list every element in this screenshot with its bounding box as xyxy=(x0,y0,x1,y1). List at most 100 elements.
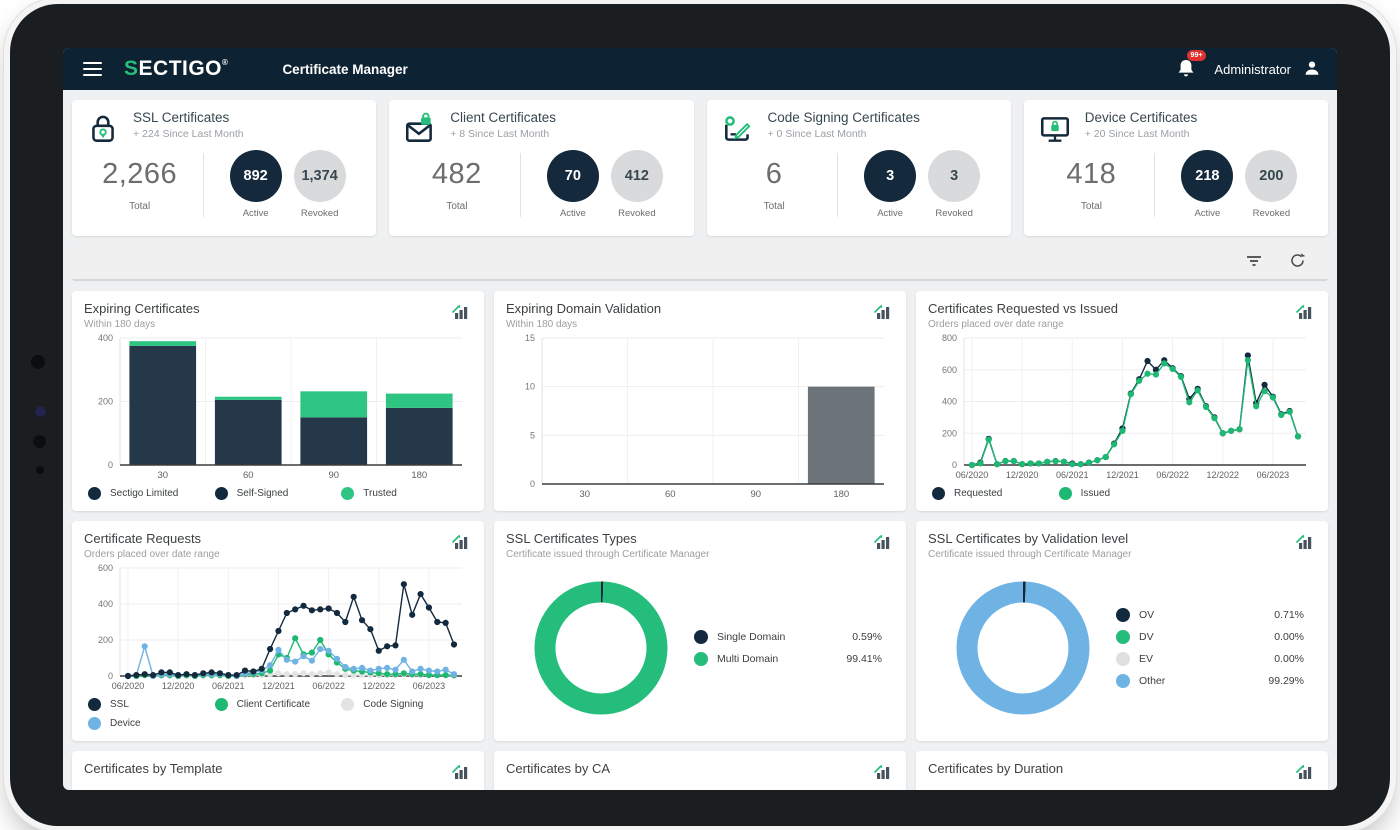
active-count-badge: 218 xyxy=(1181,150,1233,202)
chart-options-button[interactable] xyxy=(448,761,472,785)
chart-options-button[interactable] xyxy=(1292,761,1316,785)
svg-text:400: 400 xyxy=(98,599,113,609)
svg-text:12/2020: 12/2020 xyxy=(162,681,195,691)
legend-dot xyxy=(1116,608,1130,622)
svg-text:600: 600 xyxy=(98,563,113,573)
refresh-button[interactable] xyxy=(1281,248,1314,276)
revoked-label: Revoked xyxy=(928,208,980,219)
ssl-types-donut-chart: Single Domain0.59%Multi Domain99.41% xyxy=(506,560,894,736)
legend-item: Code Signing xyxy=(341,695,468,714)
chart-options-button[interactable] xyxy=(870,761,894,785)
logo-rest: ECTIGO xyxy=(139,57,223,80)
chart-subtitle: Certificate issued through Certificate M… xyxy=(928,549,1131,560)
chart-legend: SSLClient CertificateCode SigningDevice xyxy=(84,694,472,736)
active-label: Active xyxy=(230,208,282,219)
legend-dot xyxy=(215,698,228,711)
total-label: Total xyxy=(97,201,183,212)
chart-title: Certificates by Template xyxy=(84,761,223,776)
chart-options-button[interactable] xyxy=(870,531,894,555)
chart-subtitle: Orders placed over date range xyxy=(928,319,1118,330)
revoked-label: Revoked xyxy=(294,208,346,219)
app-screen: SECTIGO® Certificate Manager 99+ Adminis… xyxy=(63,48,1337,790)
chart-options-button[interactable] xyxy=(1292,301,1316,325)
legend-item: DV0.00% xyxy=(1116,626,1304,648)
total-label: Total xyxy=(414,201,500,212)
stat-card-ssl: SSL Certificates + 224 Since Last Month … xyxy=(72,100,376,236)
user-menu-button[interactable] xyxy=(1303,59,1321,80)
chart-card-expiring-domain-validation: Expiring Domain Validation Within 180 da… xyxy=(494,291,906,511)
legend-dot xyxy=(88,698,101,711)
chart-title: SSL Certificates by Validation level xyxy=(928,531,1131,546)
chart-title: Certificates Requested vs Issued xyxy=(928,301,1118,316)
active-label: Active xyxy=(1181,208,1233,219)
notifications-button[interactable]: 99+ xyxy=(1176,57,1202,82)
legend-item: Other99.29% xyxy=(1116,670,1304,692)
revoked-label: Revoked xyxy=(611,208,663,219)
stat-card-client: Client Certificates + 8 Since Last Month… xyxy=(389,100,693,236)
chart-card-certificates-by-duration: Certificates by Duration xyxy=(916,751,1328,790)
legend-dot xyxy=(1059,487,1072,500)
certificates-by-duration-chart xyxy=(928,785,1316,790)
refresh-icon xyxy=(1289,252,1306,269)
bar-chart-icon xyxy=(872,533,892,550)
stat-title: Device Certificates xyxy=(1085,110,1198,125)
legend-item: EV0.00% xyxy=(1116,648,1304,670)
svg-text:06/2021: 06/2021 xyxy=(212,681,245,691)
dashboard-content: SSL Certificates + 224 Since Last Month … xyxy=(63,90,1337,790)
svg-text:0: 0 xyxy=(952,460,957,470)
top-app-bar: SECTIGO® Certificate Manager 99+ Adminis… xyxy=(63,48,1337,90)
svg-text:06/2022: 06/2022 xyxy=(1156,470,1189,480)
svg-text:15: 15 xyxy=(525,333,535,343)
hamburger-menu-button[interactable] xyxy=(79,54,106,84)
legend-dot xyxy=(1116,630,1130,644)
chart-options-button[interactable] xyxy=(1292,531,1316,555)
chart-card-certificates-by-ca: Certificates by CA xyxy=(494,751,906,790)
svg-text:06/2023: 06/2023 xyxy=(1257,470,1290,480)
svg-text:06/2020: 06/2020 xyxy=(956,470,989,480)
active-label: Active xyxy=(864,208,916,219)
svg-text:0: 0 xyxy=(108,460,113,470)
svg-text:5: 5 xyxy=(530,430,535,440)
svg-text:60: 60 xyxy=(665,489,676,500)
chart-title: SSL Certificates Types xyxy=(506,531,709,546)
divider xyxy=(203,153,204,217)
bar-chart-icon xyxy=(450,303,470,320)
chart-options-button[interactable] xyxy=(448,531,472,555)
legend-dot xyxy=(1116,652,1130,666)
svg-text:10: 10 xyxy=(525,382,535,392)
svg-text:12/2021: 12/2021 xyxy=(1106,470,1139,480)
stat-delta: + 224 Since Last Month xyxy=(133,128,244,140)
certificates-by-template-chart xyxy=(84,785,472,790)
legend-dot xyxy=(1116,674,1130,688)
chart-title: Certificates by CA xyxy=(506,761,610,776)
legend-item: Device xyxy=(88,714,215,733)
legend-item: Self-Signed xyxy=(215,484,342,503)
active-label: Active xyxy=(547,208,599,219)
code-signing-icon xyxy=(721,112,755,146)
chart-subtitle: Orders placed over date range xyxy=(84,549,220,560)
chart-legend: RequestedIssued xyxy=(928,483,1316,506)
filter-button[interactable] xyxy=(1237,250,1271,275)
chart-legend: Sectigo LimitedSelf-SignedTrusted xyxy=(84,483,472,506)
chart-card-expiring-certificates: Expiring Certificates Within 180 days 02… xyxy=(72,291,484,511)
legend-dot xyxy=(694,652,708,666)
bar-chart-icon xyxy=(872,303,892,320)
legend-item: OV0.71% xyxy=(1116,604,1304,626)
chart-options-button[interactable] xyxy=(870,301,894,325)
chart-title: Certificates by Duration xyxy=(928,761,1063,776)
tablet-camera-led xyxy=(37,408,44,415)
stat-delta: + 20 Since Last Month xyxy=(1085,128,1198,140)
total-count: 6 xyxy=(731,158,817,191)
chart-subtitle: Certificate issued through Certificate M… xyxy=(506,549,709,560)
legend-item: Requested xyxy=(932,484,1059,503)
svg-text:90: 90 xyxy=(750,489,761,500)
legend-item: Multi Domain99.41% xyxy=(694,648,882,670)
chart-options-button[interactable] xyxy=(448,301,472,325)
legend-dot xyxy=(88,487,101,500)
chart-title: Expiring Domain Validation xyxy=(506,301,661,316)
svg-text:600: 600 xyxy=(942,365,957,375)
total-label: Total xyxy=(1048,201,1134,212)
svg-text:12/2022: 12/2022 xyxy=(1206,470,1239,480)
total-count: 482 xyxy=(414,158,500,191)
legend-dot xyxy=(341,487,354,500)
